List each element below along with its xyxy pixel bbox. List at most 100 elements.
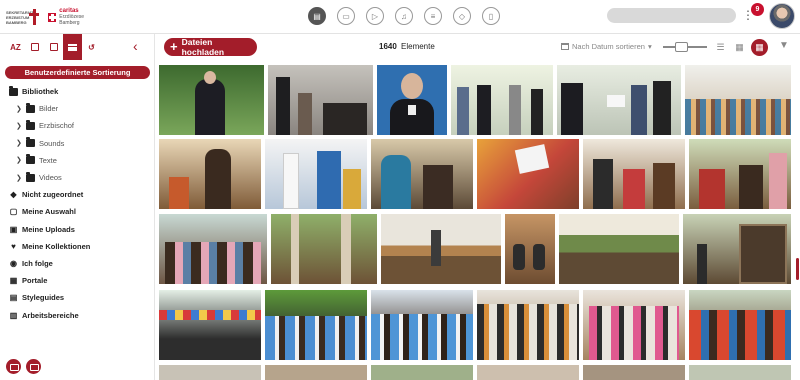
tree-item-ich-folge[interactable]: ◉ Ich folge bbox=[0, 255, 154, 272]
caret-down-icon: ▾ bbox=[647, 42, 652, 51]
media-thumbnail[interactable] bbox=[377, 65, 447, 135]
custom-sort-button[interactable]: Benutzerdefinierte Sortierung bbox=[5, 66, 150, 79]
media-thumbnail[interactable] bbox=[559, 214, 679, 284]
media-thumbnail[interactable] bbox=[689, 139, 791, 209]
tree-item-meine-uploads[interactable]: ▣ Meine Uploads bbox=[0, 221, 154, 238]
media-thumbnail[interactable] bbox=[477, 290, 579, 360]
filter-icon[interactable]: ▼ bbox=[779, 40, 789, 51]
logo-right-text: caritas Erzdiözese Bamberg bbox=[59, 8, 85, 26]
image-icon[interactable]: ▭ bbox=[337, 7, 355, 25]
media-thumbnail[interactable] bbox=[159, 65, 264, 135]
folder-round-icon[interactable] bbox=[26, 359, 41, 374]
slider-handle[interactable] bbox=[675, 42, 688, 52]
media-thumbnail[interactable] bbox=[159, 214, 267, 284]
folder-icon bbox=[26, 102, 35, 113]
media-thumbnail[interactable] bbox=[689, 365, 791, 380]
media-thumbnail[interactable] bbox=[583, 290, 685, 360]
sort-az-button[interactable]: AZ bbox=[6, 34, 25, 60]
heart-icon: ♥ bbox=[11, 241, 16, 251]
folder-icon bbox=[26, 137, 35, 148]
main-toolbar: + Dateien hochladen 1640 Elemente Nach D… bbox=[155, 34, 800, 60]
reset-icon[interactable]: ↺ bbox=[82, 34, 101, 60]
upload-button[interactable]: + Dateien hochladen bbox=[164, 37, 257, 57]
media-thumbnail[interactable] bbox=[505, 214, 555, 284]
collapse-sidebar-icon[interactable]: ‹ bbox=[133, 38, 138, 54]
media-thumbnail[interactable] bbox=[683, 214, 791, 284]
chevron-right-icon[interactable]: ❯ bbox=[16, 105, 22, 113]
grid-view-icon[interactable]: ▦ bbox=[732, 40, 747, 55]
folder-icon bbox=[26, 154, 35, 165]
eye-icon: ◉ bbox=[10, 258, 17, 268]
avatar[interactable] bbox=[769, 3, 795, 29]
box-icon[interactable] bbox=[44, 34, 63, 60]
media-thumbnail[interactable] bbox=[268, 65, 373, 135]
media-thumbnail[interactable] bbox=[685, 65, 791, 135]
settings-round-icon[interactable] bbox=[6, 359, 21, 374]
tree-item-bilder[interactable]: ❯ Bilder bbox=[0, 100, 154, 117]
audio-icon[interactable]: ♫ bbox=[395, 7, 413, 25]
media-thumbnail[interactable] bbox=[271, 214, 377, 284]
media-thumbnail[interactable] bbox=[583, 365, 685, 380]
video-icon[interactable]: ▷ bbox=[366, 7, 384, 25]
media-thumbnail[interactable] bbox=[371, 290, 473, 360]
list-view-icon[interactable]: ☰ bbox=[713, 40, 728, 55]
media-thumbnail[interactable] bbox=[371, 365, 473, 380]
caritas-cross-icon bbox=[47, 12, 57, 22]
tree-item-sounds[interactable]: ❯ Sounds bbox=[0, 135, 154, 152]
tree-item-arbeitsbereiche[interactable]: ▥ Arbeitsbereiche bbox=[0, 306, 154, 323]
tree-item-texte[interactable]: ❯ Texte bbox=[0, 152, 154, 169]
tree-item-meine-kollektionen[interactable]: ♥ Meine Kollektionen bbox=[0, 238, 154, 255]
notification-badge[interactable]: 9 bbox=[751, 3, 764, 16]
tree-item-erzbischof[interactable]: ❯ Erzbischof bbox=[0, 117, 154, 134]
document-icon[interactable]: ▤ bbox=[308, 7, 326, 25]
media-thumbnail[interactable] bbox=[371, 139, 473, 209]
shield-icon[interactable]: ◇ bbox=[453, 7, 471, 25]
chevron-right-icon[interactable]: ❯ bbox=[16, 156, 22, 164]
media-thumbnail[interactable] bbox=[265, 290, 367, 360]
styleguide-icon: ▤ bbox=[9, 293, 18, 303]
sidebar-toolbar: AZ ↺ ‹ bbox=[0, 34, 154, 60]
media-thumbnail[interactable] bbox=[451, 65, 553, 135]
media-type-filter: ▤ ▭ ▷ ♫ ≡ ◇ ▯ bbox=[308, 7, 500, 25]
file-icon[interactable]: ▯ bbox=[482, 7, 500, 25]
media-thumbnail[interactable] bbox=[381, 214, 501, 284]
tree-item-nicht-zugeordnet[interactable]: ◆ Nicht zugeordnet bbox=[0, 186, 154, 203]
chevron-right-icon[interactable]: ❯ bbox=[16, 174, 22, 182]
mosaic-view-icon[interactable]: ▦ bbox=[751, 39, 768, 56]
sidebar-footer bbox=[6, 359, 41, 374]
sort-select[interactable]: Nach Datum sortieren ▾ bbox=[561, 42, 652, 51]
media-thumbnail[interactable] bbox=[159, 365, 261, 380]
sidebar: AZ ↺ ‹ Benutzerdefinierte Sortierung Bib… bbox=[0, 34, 155, 380]
tree-item-portale[interactable]: ▦ Portale bbox=[0, 272, 154, 289]
top-bar: SEKRETARIAT ERZBISTUM BAMBERG caritas Erz… bbox=[0, 0, 800, 34]
search-input[interactable] bbox=[607, 8, 736, 23]
folder-icon bbox=[26, 171, 35, 182]
chevron-right-icon[interactable]: ❯ bbox=[16, 122, 22, 130]
media-thumbnail[interactable] bbox=[557, 65, 681, 135]
workspace-icon: ▥ bbox=[9, 310, 18, 320]
tree-item-meine-auswahl[interactable]: ▢ Meine Auswahl bbox=[0, 203, 154, 220]
folder-icon bbox=[26, 119, 35, 130]
logo[interactable]: SEKRETARIAT ERZBISTUM BAMBERG caritas Erz… bbox=[6, 4, 104, 30]
scrollbar-thumb[interactable] bbox=[796, 258, 799, 280]
media-thumbnail[interactable] bbox=[265, 139, 367, 209]
media-thumbnail[interactable] bbox=[689, 290, 791, 360]
list-icon[interactable] bbox=[63, 34, 82, 60]
tree-item-styleguides[interactable]: ▤ Styleguides bbox=[0, 289, 154, 306]
element-count: 1640 bbox=[379, 42, 397, 51]
media-thumbnail[interactable] bbox=[159, 290, 261, 360]
view-switcher: ☰ ▦ ▦ bbox=[713, 39, 768, 56]
calendar-icon[interactable] bbox=[25, 34, 44, 60]
plus-icon: + bbox=[170, 39, 178, 54]
media-thumbnail[interactable] bbox=[477, 365, 579, 380]
media-thumbnail[interactable] bbox=[159, 139, 261, 209]
main-content: + Dateien hochladen 1640 Elemente Nach D… bbox=[155, 34, 800, 380]
thumbnail-size-slider[interactable] bbox=[663, 42, 707, 52]
text-icon[interactable]: ≡ bbox=[424, 7, 442, 25]
media-thumbnail[interactable] bbox=[265, 365, 367, 380]
media-thumbnail[interactable] bbox=[477, 139, 579, 209]
media-thumbnail[interactable] bbox=[583, 139, 685, 209]
tree-item-bibliothek[interactable]: Bibliothek bbox=[0, 83, 154, 100]
tree-item-videos[interactable]: ❯ Videos bbox=[0, 169, 154, 186]
chevron-right-icon[interactable]: ❯ bbox=[16, 139, 22, 147]
